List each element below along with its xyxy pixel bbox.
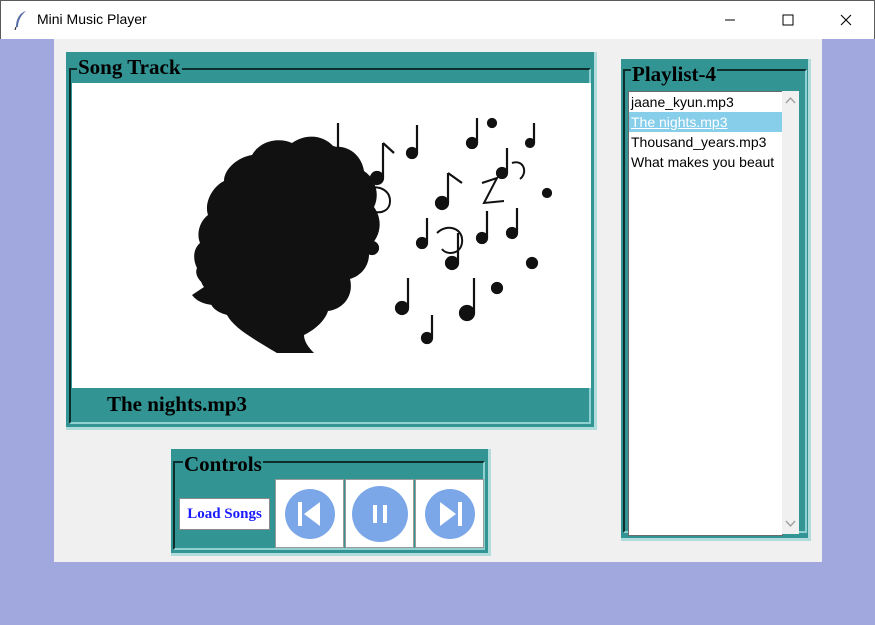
feather-icon	[13, 10, 29, 31]
minimize-button[interactable]	[701, 1, 759, 39]
next-button[interactable]	[415, 479, 484, 548]
app-root: Song Track The nights.mp3 Playlist-4 jaa…	[54, 39, 822, 562]
list-item[interactable]: What makes you beaut	[629, 152, 782, 172]
maximize-icon	[782, 14, 794, 26]
previous-icon	[284, 488, 335, 539]
list-item-selected[interactable]: The nights.mp3	[629, 112, 782, 132]
list-item[interactable]: jaane_kyun.mp3	[629, 92, 782, 112]
song-track-legend: Song Track	[77, 55, 182, 79]
previous-button[interactable]	[275, 479, 344, 548]
playlist-legend: Playlist-4	[631, 62, 717, 86]
playlist-frame: Playlist-4 jaane_kyun.mp3 The nights.mp3…	[621, 59, 811, 541]
song-track-frame: Song Track The nights.mp3	[66, 52, 597, 430]
scroll-down-icon[interactable]	[785, 518, 796, 529]
close-icon	[840, 14, 852, 26]
playlist-scrollbar[interactable]	[782, 91, 799, 534]
pause-icon	[351, 485, 408, 542]
close-button[interactable]	[817, 1, 875, 39]
scroll-up-icon[interactable]	[785, 95, 796, 106]
window-title: Mini Music Player	[37, 11, 147, 27]
next-icon	[424, 488, 475, 539]
load-songs-button[interactable]: Load Songs	[179, 498, 270, 530]
playlist-listbox[interactable]: jaane_kyun.mp3 The nights.mp3 Thousand_y…	[628, 91, 783, 536]
maximize-button[interactable]	[759, 1, 817, 39]
controls-frame: Controls Load Songs	[171, 449, 491, 556]
album-art	[72, 83, 591, 388]
minimize-icon	[725, 19, 735, 21]
list-item[interactable]: Thousand_years.mp3	[629, 132, 782, 152]
pause-button[interactable]	[345, 479, 414, 548]
window-titlebar: Mini Music Player	[0, 0, 875, 39]
controls-legend: Controls	[183, 452, 263, 476]
now-playing-label: The nights.mp3	[107, 392, 248, 416]
